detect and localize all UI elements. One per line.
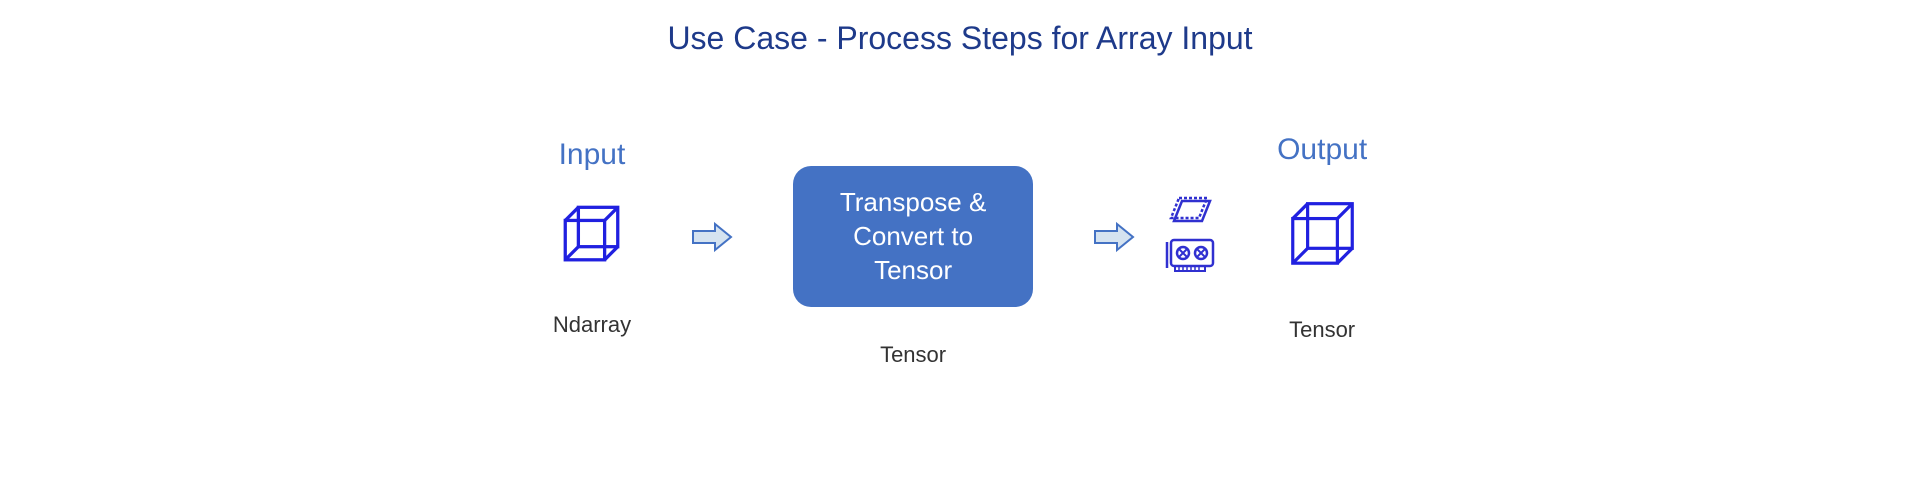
input-column: Input Ndarray [553, 138, 631, 338]
output-label: Output [1277, 133, 1367, 167]
diagram-container: Input Ndarray - - - [0, 107, 1920, 368]
process-column: - Transpose & Convert to Tensor Tensor [793, 107, 1033, 368]
gpu-icon [1165, 236, 1217, 281]
arrow-icon [691, 197, 733, 277]
cube-icon [554, 197, 629, 277]
diagram-title: Use Case - Process Steps for Array Input [0, 0, 1920, 57]
icon-stack [1165, 193, 1217, 281]
arrow-column-2: - [1093, 134, 1217, 342]
process-box: Transpose & Convert to Tensor [793, 166, 1033, 307]
layer-icon [1169, 193, 1213, 228]
arrow-icon [1093, 197, 1135, 277]
input-label: Input [559, 138, 626, 172]
output-column: Output Tensor [1277, 133, 1367, 343]
arrow-column-1: - - [691, 138, 733, 338]
output-caption: Tensor [1289, 317, 1355, 343]
cube-icon [1280, 192, 1365, 282]
input-caption: Ndarray [553, 312, 631, 338]
process-caption: Tensor [880, 342, 946, 368]
